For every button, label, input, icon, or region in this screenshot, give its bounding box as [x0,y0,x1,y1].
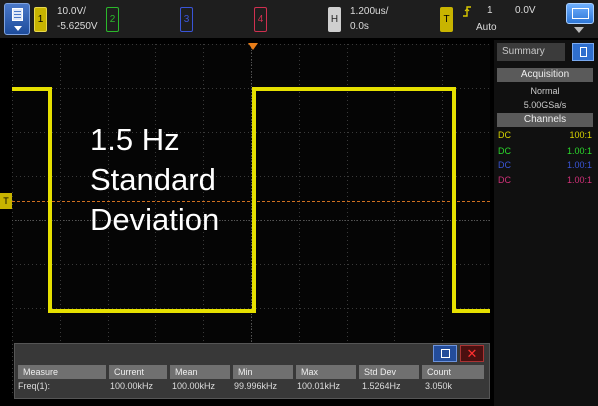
annotation-line-3: Deviation [90,202,220,237]
horizontal-button[interactable]: H [328,7,341,32]
current-header: Current [109,365,167,379]
channel-1-scale: 10.0V/ [57,6,86,17]
measurements-list-button[interactable] [433,345,457,362]
horizontal-settings[interactable]: 1.200us/ 0.0s [350,4,388,34]
chevron-down-icon[interactable] [574,27,584,33]
delay-value: 0.0s [350,21,369,32]
rising-edge-icon [462,5,472,21]
trigger-source[interactable]: 1 [487,5,493,16]
chevron-down-icon [14,26,22,31]
channel-3-button[interactable]: 3 [180,7,193,32]
trigger-mode[interactable]: Auto [476,22,497,33]
close-icon: ✕ [466,346,478,361]
channel-row: DC 1.00:1 [498,160,592,173]
channel-row: DC 100:1 [498,130,592,143]
channels-header: Channels [497,113,593,127]
max-header: Max [296,365,356,379]
channel-probe-ratio: 1.00:1 [566,146,592,156]
menu-doc-icon [12,8,23,21]
annotation-text: 1.5 Hz Standard Deviation [90,120,219,240]
menu-button[interactable] [4,3,30,35]
channel-4-button[interactable]: 4 [254,7,267,32]
channel-2-button[interactable]: 2 [106,7,119,32]
mean-value: 100.00kHz [172,381,216,391]
sample-rate: 5.00GSa/s [523,100,567,110]
trigger-level[interactable]: 0.0V [515,5,536,16]
min-header: Min [233,365,293,379]
annotation-line-2: Standard [90,162,216,197]
document-icon [580,47,587,57]
channel-row: DC 1.00:1 [498,175,592,188]
channel-coupling: DC [498,160,511,170]
channel-1-settings[interactable]: 10.0V/ -5.6250V [57,4,98,34]
count-header: Count [422,365,484,379]
channel-probe-ratio: 1.00:1 [566,175,592,185]
trigger-position-marker[interactable] [248,43,258,50]
annotation-line-1: 1.5 Hz [90,122,180,157]
acquisition-mode: Normal [530,86,560,96]
list-icon [441,349,450,358]
channel-coupling: DC [498,130,511,140]
display-screen-icon [572,8,589,19]
channel-row: DC 1.00:1 [498,146,592,159]
timebase-value: 1.200us/ [350,6,389,17]
mean-header: Mean [170,365,230,379]
channel-1-button[interactable]: 1 [34,7,47,32]
count-value: 3.050k [425,381,453,391]
acquisition-header: Acquisition [497,68,593,82]
measurements-close-button[interactable]: ✕ [460,345,484,362]
current-value: 100.00kHz [110,381,154,391]
min-value: 99.996kHz [234,381,278,391]
trigger-level-marker[interactable]: T [0,193,12,209]
tab-summary[interactable]: Summary [497,43,565,61]
measure-name: Freq(1): [18,381,51,391]
display-button[interactable] [566,3,594,24]
std-dev-value: 1.5264Hz [362,381,401,391]
channel-probe-ratio: 100:1 [569,130,592,140]
trigger-button[interactable]: T [440,7,453,32]
std-dev-header: Std Dev [359,365,419,379]
channel-coupling: DC [498,175,511,185]
channel-1-offset: -5.6250V [57,21,98,32]
tab-document[interactable] [572,43,594,61]
max-value: 100.01kHz [297,381,341,391]
channel-probe-ratio: 1.00:1 [566,160,592,170]
measure-header: Measure [18,365,106,379]
channel-coupling: DC [498,146,511,156]
